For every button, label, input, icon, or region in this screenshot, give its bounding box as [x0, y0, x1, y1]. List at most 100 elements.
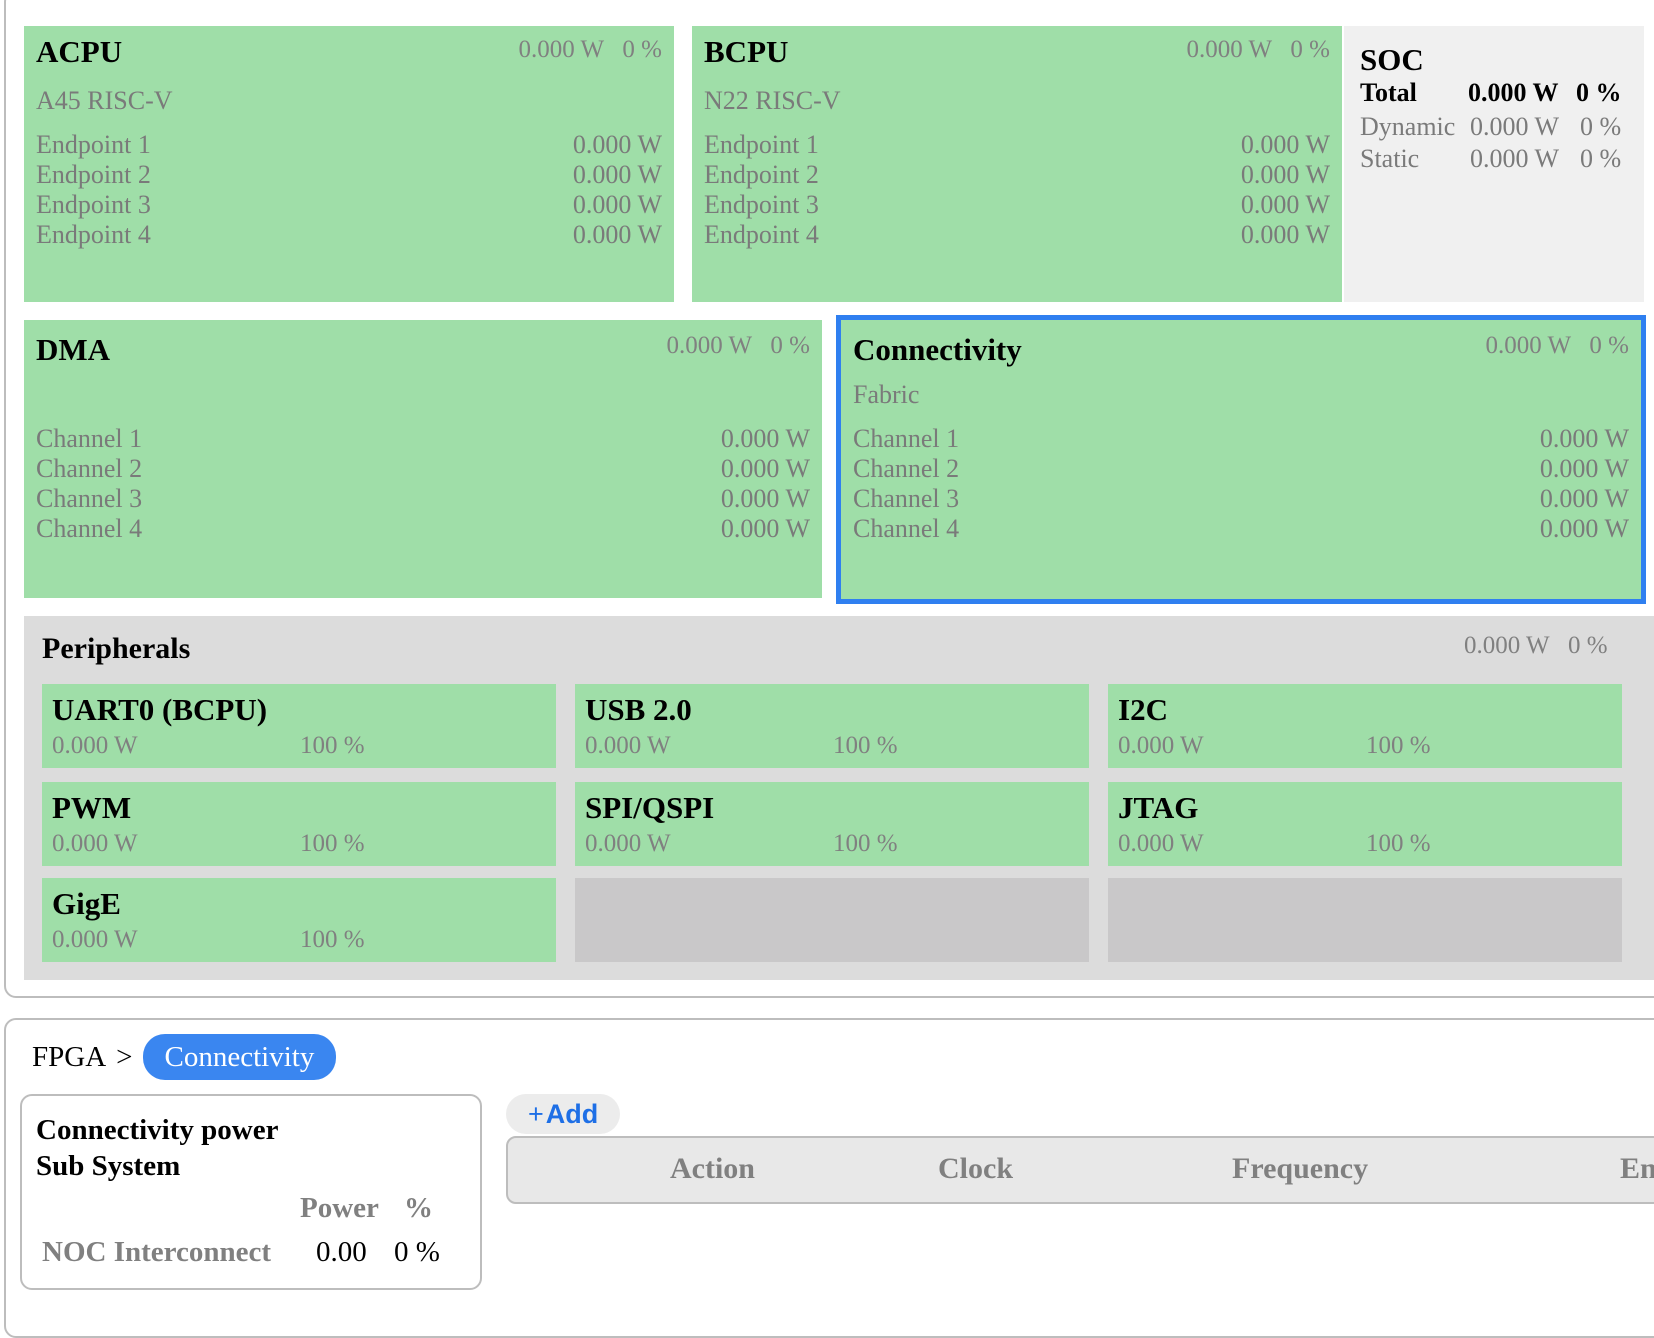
bcpu-title: BCPU: [704, 34, 789, 69]
connectivity-row-4: Channel 4 0.000 W: [853, 514, 1629, 544]
peripheral-empty-slot: [1108, 878, 1622, 962]
bcpu-subtitle: N22 RISC-V: [704, 86, 841, 115]
soc-static-label: Static: [1360, 144, 1420, 173]
peripherals-block: Peripherals 0.000 W 0 % UART0 (BCPU) 0.0…: [24, 616, 1654, 980]
card-col-pct: %: [404, 1192, 433, 1224]
row-value: 0.000 W: [1240, 160, 1330, 189]
dma-rows: Channel 1 0.000 W Channel 2 0.000 W Channe…: [36, 424, 810, 544]
peripheral-usb[interactable]: USB 2.0 0.000 W 100 %: [575, 684, 1089, 768]
connectivity-block[interactable]: Connectivity 0.000 W 0 % Fabric Channel …: [836, 315, 1646, 604]
row-value: 0.000 W: [1539, 514, 1629, 543]
row-value: 0.000 W: [572, 160, 662, 189]
dma-row-4: Channel 4 0.000 W: [36, 514, 810, 544]
peripheral-pct: 100 %: [1366, 732, 1431, 759]
row-value: 0.000 W: [720, 454, 810, 483]
peripheral-pct: 100 %: [300, 830, 365, 857]
table-header-frequency[interactable]: Frequency: [1232, 1152, 1368, 1186]
peripheral-pct: 100 %: [300, 926, 365, 953]
card-title-line2: Sub System: [36, 1150, 181, 1182]
card-title-line1: Connectivity power: [36, 1114, 279, 1146]
soc-dynamic-label: Dynamic: [1360, 112, 1456, 141]
row-value: 0.000 W: [572, 220, 662, 249]
table-header-enable[interactable]: En: [1620, 1152, 1654, 1186]
card-row-power: 0.00: [316, 1236, 367, 1268]
table-header-action[interactable]: Action: [670, 1152, 755, 1186]
peripheral-name: PWM: [52, 790, 132, 825]
peripheral-gige[interactable]: GigE 0.000 W 100 %: [42, 878, 556, 962]
table-header-clock[interactable]: Clock: [938, 1152, 1013, 1186]
bcpu-block[interactable]: BCPU 0.000 W 0 % N22 RISC-V Endpoint 1 0.…: [692, 26, 1342, 302]
peripheral-power: 0.000 W: [585, 732, 671, 759]
bcpu-row-4: Endpoint 4 0.000 W: [704, 220, 1330, 250]
row-value: 0.000 W: [1539, 424, 1629, 453]
peripherals-header-values: 0.000 W 0 %: [1464, 632, 1608, 660]
peripheral-name: SPI/QSPI: [585, 790, 715, 825]
breadcrumb-current[interactable]: Connectivity: [142, 1034, 337, 1080]
acpu-power: 0.000 W: [518, 36, 604, 63]
peripheral-uart0[interactable]: UART0 (BCPU) 0.000 W 100 %: [42, 684, 556, 768]
peripherals-title: Peripherals: [42, 632, 191, 665]
row-label: Channel 3: [853, 484, 960, 513]
row-label: Endpoint 2: [36, 160, 151, 189]
row-value: 0.000 W: [1539, 454, 1629, 483]
card-row-label: NOC Interconnect: [42, 1236, 272, 1268]
peripheral-power: 0.000 W: [52, 926, 138, 953]
bcpu-row-3: Endpoint 3 0.000 W: [704, 190, 1330, 220]
peripheral-name: I2C: [1118, 692, 1168, 727]
row-value: 0.000 W: [572, 130, 662, 159]
acpu-pct: 0 %: [622, 36, 662, 63]
soc-static-pct: 0 %: [1580, 144, 1622, 173]
soc-dynamic-pct: 0 %: [1580, 112, 1622, 141]
peripheral-pwm[interactable]: PWM 0.000 W 100 %: [42, 782, 556, 866]
peripheral-power: 0.000 W: [1118, 732, 1204, 759]
acpu-subtitle: A45 RISC-V: [36, 86, 173, 115]
peripheral-spi-qspi[interactable]: SPI/QSPI 0.000 W 100 %: [575, 782, 1089, 866]
row-value: 0.000 W: [1240, 190, 1330, 219]
peripheral-power: 0.000 W: [1118, 830, 1204, 857]
peripheral-name: JTAG: [1118, 790, 1199, 825]
peripheral-jtag[interactable]: JTAG 0.000 W 100 %: [1108, 782, 1622, 866]
row-label: Endpoint 3: [36, 190, 151, 219]
dma-block[interactable]: DMA 0.000 W 0 % Channel 1 0.000 W Channel…: [24, 320, 822, 598]
dma-row-1: Channel 1 0.000 W: [36, 424, 810, 454]
peripheral-pct: 100 %: [833, 830, 898, 857]
bcpu-power: 0.000 W: [1186, 36, 1272, 63]
acpu-row-2: Endpoint 2 0.000 W: [36, 160, 662, 190]
bcpu-row-1: Endpoint 1 0.000 W: [704, 130, 1330, 160]
peripheral-empty-slot: [575, 878, 1089, 962]
row-label: Channel 1: [853, 424, 960, 453]
acpu-row-4: Endpoint 4 0.000 W: [36, 220, 662, 250]
dma-power: 0.000 W: [666, 332, 752, 359]
row-label: Endpoint 2: [704, 160, 819, 189]
connectivity-title: Connectivity: [853, 332, 1022, 367]
row-label: Endpoint 4: [36, 220, 151, 249]
peripherals-pct: 0 %: [1567, 632, 1608, 659]
connectivity-row-3: Channel 3 0.000 W: [853, 484, 1629, 514]
row-label: Channel 2: [853, 454, 960, 483]
bcpu-pct: 0 %: [1290, 36, 1330, 63]
add-button[interactable]: +Add: [506, 1094, 621, 1134]
acpu-block[interactable]: ACPU 0.000 W 0 % A45 RISC-V Endpoint 1 0.…: [24, 26, 674, 302]
connectivity-pct: 0 %: [1589, 332, 1629, 359]
row-label: Endpoint 1: [704, 130, 819, 159]
row-label: Endpoint 1: [36, 130, 151, 159]
peripheral-name: UART0 (BCPU): [52, 692, 268, 727]
add-button-label: Add: [545, 1099, 599, 1129]
breadcrumb-separator: >: [116, 1040, 133, 1073]
peripheral-i2c[interactable]: I2C 0.000 W 100 %: [1108, 684, 1622, 768]
soc-dynamic-power: 0.000 W: [1470, 112, 1560, 141]
row-value: 0.000 W: [720, 424, 810, 453]
row-value: 0.000 W: [720, 514, 810, 543]
peripherals-power: 0.000 W: [1464, 632, 1550, 659]
soc-static-power: 0.000 W: [1470, 144, 1560, 173]
breadcrumb-root[interactable]: FPGA: [32, 1041, 106, 1074]
connectivity-rows: Channel 1 0.000 W Channel 2 0.000 W Channe…: [853, 424, 1629, 544]
peripheral-power: 0.000 W: [52, 732, 138, 759]
dma-pct: 0 %: [770, 332, 810, 359]
connectivity-header-values: 0.000 W 0 %: [1485, 332, 1629, 360]
bcpu-rows: Endpoint 1 0.000 W Endpoint 2 0.000 W Endp…: [704, 130, 1330, 250]
acpu-row-3: Endpoint 3 0.000 W: [36, 190, 662, 220]
row-value: 0.000 W: [720, 484, 810, 513]
peripheral-pct: 100 %: [833, 732, 898, 759]
row-value: 0.000 W: [572, 190, 662, 219]
